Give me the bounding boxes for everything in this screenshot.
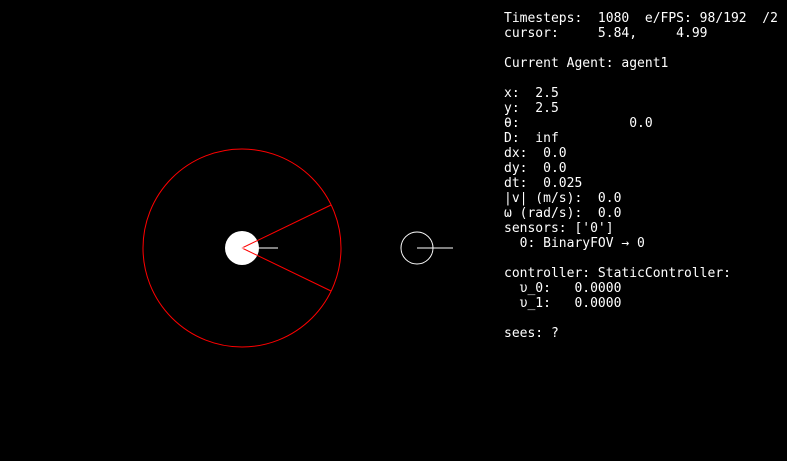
cursor-readout: cursor: 5.84, 4.99 xyxy=(504,26,708,41)
sees-readout: sees: ? xyxy=(504,326,559,341)
timesteps-readout: Timesteps: 1080 e/FPS: 98/192 /2 xyxy=(504,11,778,26)
distance-readout: D: inf xyxy=(504,131,559,146)
speed-readout: |v| (m/s): 0.0 xyxy=(504,191,622,206)
sensors-list: sensors: ['0'] xyxy=(504,221,614,236)
theta-readout: θ: 0.0 xyxy=(504,116,653,131)
dt-readout: dt: 0.025 xyxy=(504,176,583,191)
sensor-fov-lower-edge xyxy=(241,247,332,292)
controller-u0-readout: υ_0: 0.0000 xyxy=(504,281,622,296)
simulation-canvas[interactable] xyxy=(0,0,787,461)
current-agent-label: Current Agent: agent1 xyxy=(504,56,669,71)
sensor-fov-upper-edge xyxy=(241,204,332,249)
dx-readout: dx: 0.0 xyxy=(504,146,567,161)
agent1[interactable] xyxy=(142,148,342,348)
controller-label: controller: StaticController: xyxy=(504,266,731,281)
sensor-0-readout: 0: BinaryFOV → 0 xyxy=(504,236,645,251)
x-readout: x: 2.5 xyxy=(504,86,559,101)
controller-u1-readout: υ_1: 0.0000 xyxy=(504,296,622,311)
angular-velocity-readout: ω (rad/s): 0.0 xyxy=(504,206,622,221)
other-agent[interactable] xyxy=(400,231,453,265)
dy-readout: dy: 0.0 xyxy=(504,161,567,176)
y-readout: y: 2.5 xyxy=(504,101,559,116)
